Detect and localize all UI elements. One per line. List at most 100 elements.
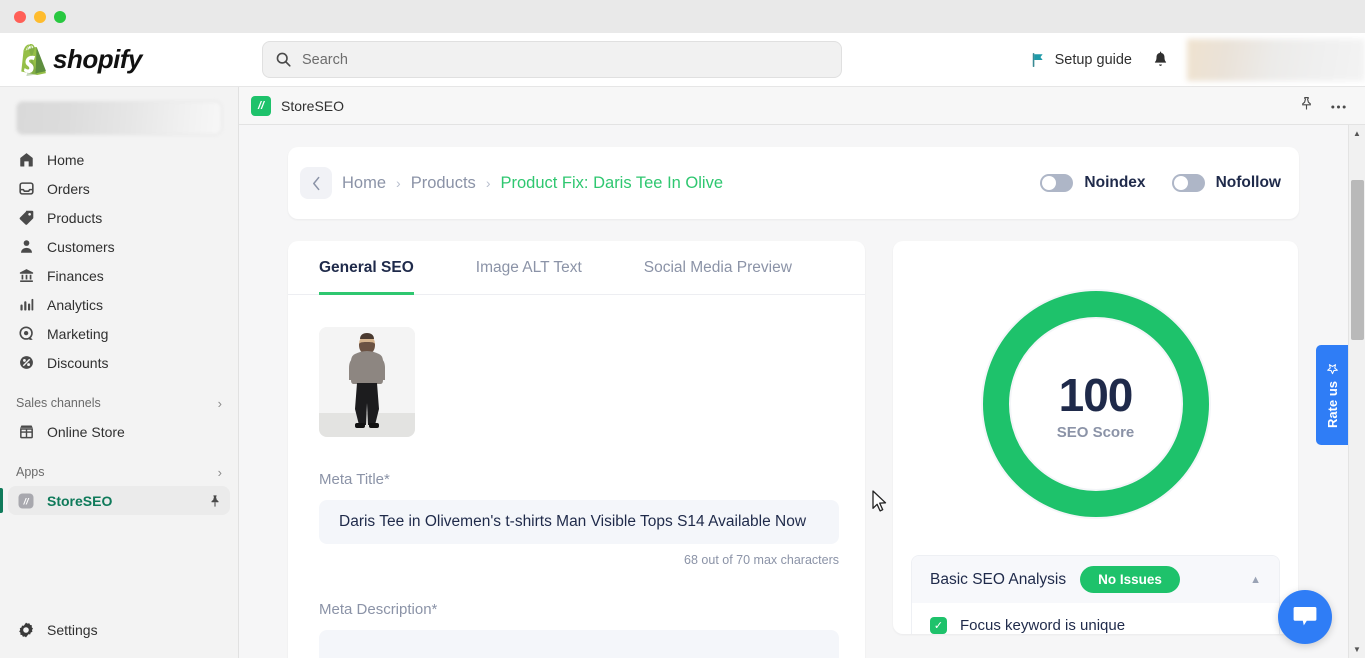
mouse-cursor (872, 490, 888, 518)
vertical-scrollbar[interactable]: ▲ ▼ (1348, 125, 1365, 658)
seo-tabs: General SEO Image ALT Text Social Media … (288, 241, 865, 295)
search-placeholder: Search (302, 51, 348, 68)
scroll-down-button[interactable]: ▼ (1349, 641, 1365, 658)
meta-title-label: Meta Title* (319, 471, 390, 488)
account-avatar[interactable] (1187, 38, 1365, 81)
ellipsis-icon[interactable] (1330, 97, 1347, 115)
close-window-button[interactable] (14, 10, 26, 23)
breadcrumb: Home › Products › Product Fix: Daris Tee… (342, 174, 723, 193)
sidebar-item-finances[interactable]: Finances (8, 261, 230, 290)
breadcrumb-separator: › (485, 175, 491, 191)
back-button[interactable] (300, 167, 332, 199)
page-columns: General SEO Image ALT Text Social Media … (288, 241, 1299, 658)
nofollow-toggle[interactable] (1171, 174, 1205, 192)
target-icon (16, 324, 36, 344)
rate-us-inner: Rate us (1325, 362, 1340, 428)
sales-channels-nav: Online Store (0, 417, 238, 446)
sidebar-item-marketing[interactable]: Marketing (8, 319, 230, 348)
noindex-label: Noindex (1084, 174, 1146, 191)
noindex-toggle-group: Noindex (1040, 174, 1146, 192)
sidebar-item-online-store[interactable]: Online Store (8, 417, 230, 446)
basic-seo-analysis-panel: Basic SEO Analysis No Issues ▲ ✓ Focus k… (911, 555, 1280, 634)
index-toggles: Noindex Nofollow (1040, 174, 1281, 192)
nofollow-toggle-group: Nofollow (1171, 174, 1281, 192)
tab-image-alt-text[interactable]: Image ALT Text (476, 241, 582, 295)
chevron-up-icon[interactable]: ▲ (1250, 574, 1261, 586)
sidebar-label: Finances (47, 267, 104, 284)
sidebar-item-orders[interactable]: Orders (8, 174, 230, 203)
sidebar-label: Online Store (47, 423, 125, 440)
breadcrumb-item-home[interactable]: Home (342, 174, 386, 193)
apps-nav: // StoreSEO (0, 486, 238, 515)
star-icon (1325, 362, 1340, 375)
scroll-up-button[interactable]: ▲ (1349, 125, 1365, 142)
window-titlebar (0, 0, 1365, 33)
sidebar-label: Marketing (47, 325, 109, 342)
sidebar-item-home[interactable]: Home (8, 145, 230, 174)
breadcrumb-item-products[interactable]: Products (411, 174, 476, 193)
chat-widget-button[interactable] (1278, 590, 1332, 644)
shopify-topbar: shopify Search Setup guide (0, 33, 1365, 87)
score-text: 100 SEO Score (981, 289, 1211, 519)
topbar-right-actions: Setup guide (1020, 33, 1365, 86)
seo-score-card: 100 SEO Score Basic SEO Analysis No Issu… (893, 241, 1298, 634)
storeseo-logo: // (251, 95, 271, 116)
check-icon: ✓ (930, 617, 947, 634)
pin-icon[interactable] (208, 494, 222, 508)
store-switcher[interactable] (16, 101, 222, 135)
settings-nav: Settings (0, 615, 238, 658)
chat-bubble-icon (1293, 607, 1317, 626)
sidebar-label: Customers (47, 238, 115, 255)
sidebar-item-discounts[interactable]: Discounts (8, 348, 230, 377)
sidebar-item-customers[interactable]: Customers (8, 232, 230, 261)
meta-title-input[interactable]: Daris Tee in Olivemen's t-shirts Man Vis… (319, 500, 839, 544)
breadcrumb-separator: › (396, 175, 401, 191)
product-fix-page: Home › Products › Product Fix: Daris Tee… (239, 125, 1348, 658)
sidebar-label: Orders (47, 180, 90, 197)
sales-channels-header[interactable]: Sales channels › (0, 389, 238, 417)
sidebar-label: Discounts (47, 354, 109, 371)
product-thumbnail[interactable] (319, 327, 415, 437)
sidebar-label: Analytics (47, 296, 104, 313)
meta-title-counter: 68 out of 70 max characters (684, 553, 839, 567)
bell-icon (1154, 51, 1167, 66)
scrollbar-thumb[interactable] (1351, 180, 1364, 340)
chevron-left-icon (312, 176, 319, 190)
active-indicator (0, 488, 3, 513)
primary-nav: Home Orders Products Customers Finances … (0, 145, 238, 377)
sidebar-item-products[interactable]: Products (8, 203, 230, 232)
tab-general-seo[interactable]: General SEO (319, 241, 414, 295)
meta-description-input[interactable] (319, 630, 839, 658)
orders-icon (16, 179, 36, 199)
pin-icon[interactable] (1299, 96, 1314, 116)
breadcrumb-bar: Home › Products › Product Fix: Daris Tee… (288, 147, 1299, 219)
maximize-window-button[interactable] (54, 10, 66, 23)
apps-header[interactable]: Apps › (0, 458, 238, 486)
flag-icon (1032, 52, 1043, 67)
gear-icon (16, 620, 36, 640)
sidebar-item-storeseo[interactable]: // StoreSEO (0, 486, 230, 515)
sidebar-item-settings[interactable]: Settings (8, 615, 230, 644)
sidebar-item-analytics[interactable]: Analytics (8, 290, 230, 319)
sales-channels-label: Sales channels (16, 396, 101, 410)
search-input[interactable]: Search (262, 41, 842, 78)
sidebar-label: StoreSEO (47, 492, 113, 509)
tab-social-media-preview[interactable]: Social Media Preview (644, 241, 792, 295)
analysis-row-label: Focus keyword is unique (960, 617, 1126, 634)
app-titlebar: // StoreSEO (239, 87, 1365, 125)
person-icon (16, 237, 36, 257)
shopify-logo[interactable]: shopify (18, 43, 246, 76)
apps-label: Apps (16, 465, 45, 479)
sidebar-label: Settings (47, 621, 98, 638)
discount-icon (16, 353, 36, 373)
score-ring: 100 SEO Score (980, 289, 1211, 519)
browser-window: shopify Search Setup guide Home Orders P… (0, 0, 1365, 658)
minimize-window-button[interactable] (34, 10, 46, 23)
rate-us-tab[interactable]: Rate us (1316, 345, 1348, 445)
notifications-button[interactable] (1142, 45, 1179, 75)
chevron-right-icon: › (217, 395, 222, 411)
analysis-header[interactable]: Basic SEO Analysis No Issues ▲ (912, 556, 1279, 603)
setup-guide-button[interactable]: Setup guide (1020, 46, 1142, 74)
seo-editor-card: General SEO Image ALT Text Social Media … (288, 241, 865, 658)
noindex-toggle[interactable] (1040, 174, 1074, 192)
